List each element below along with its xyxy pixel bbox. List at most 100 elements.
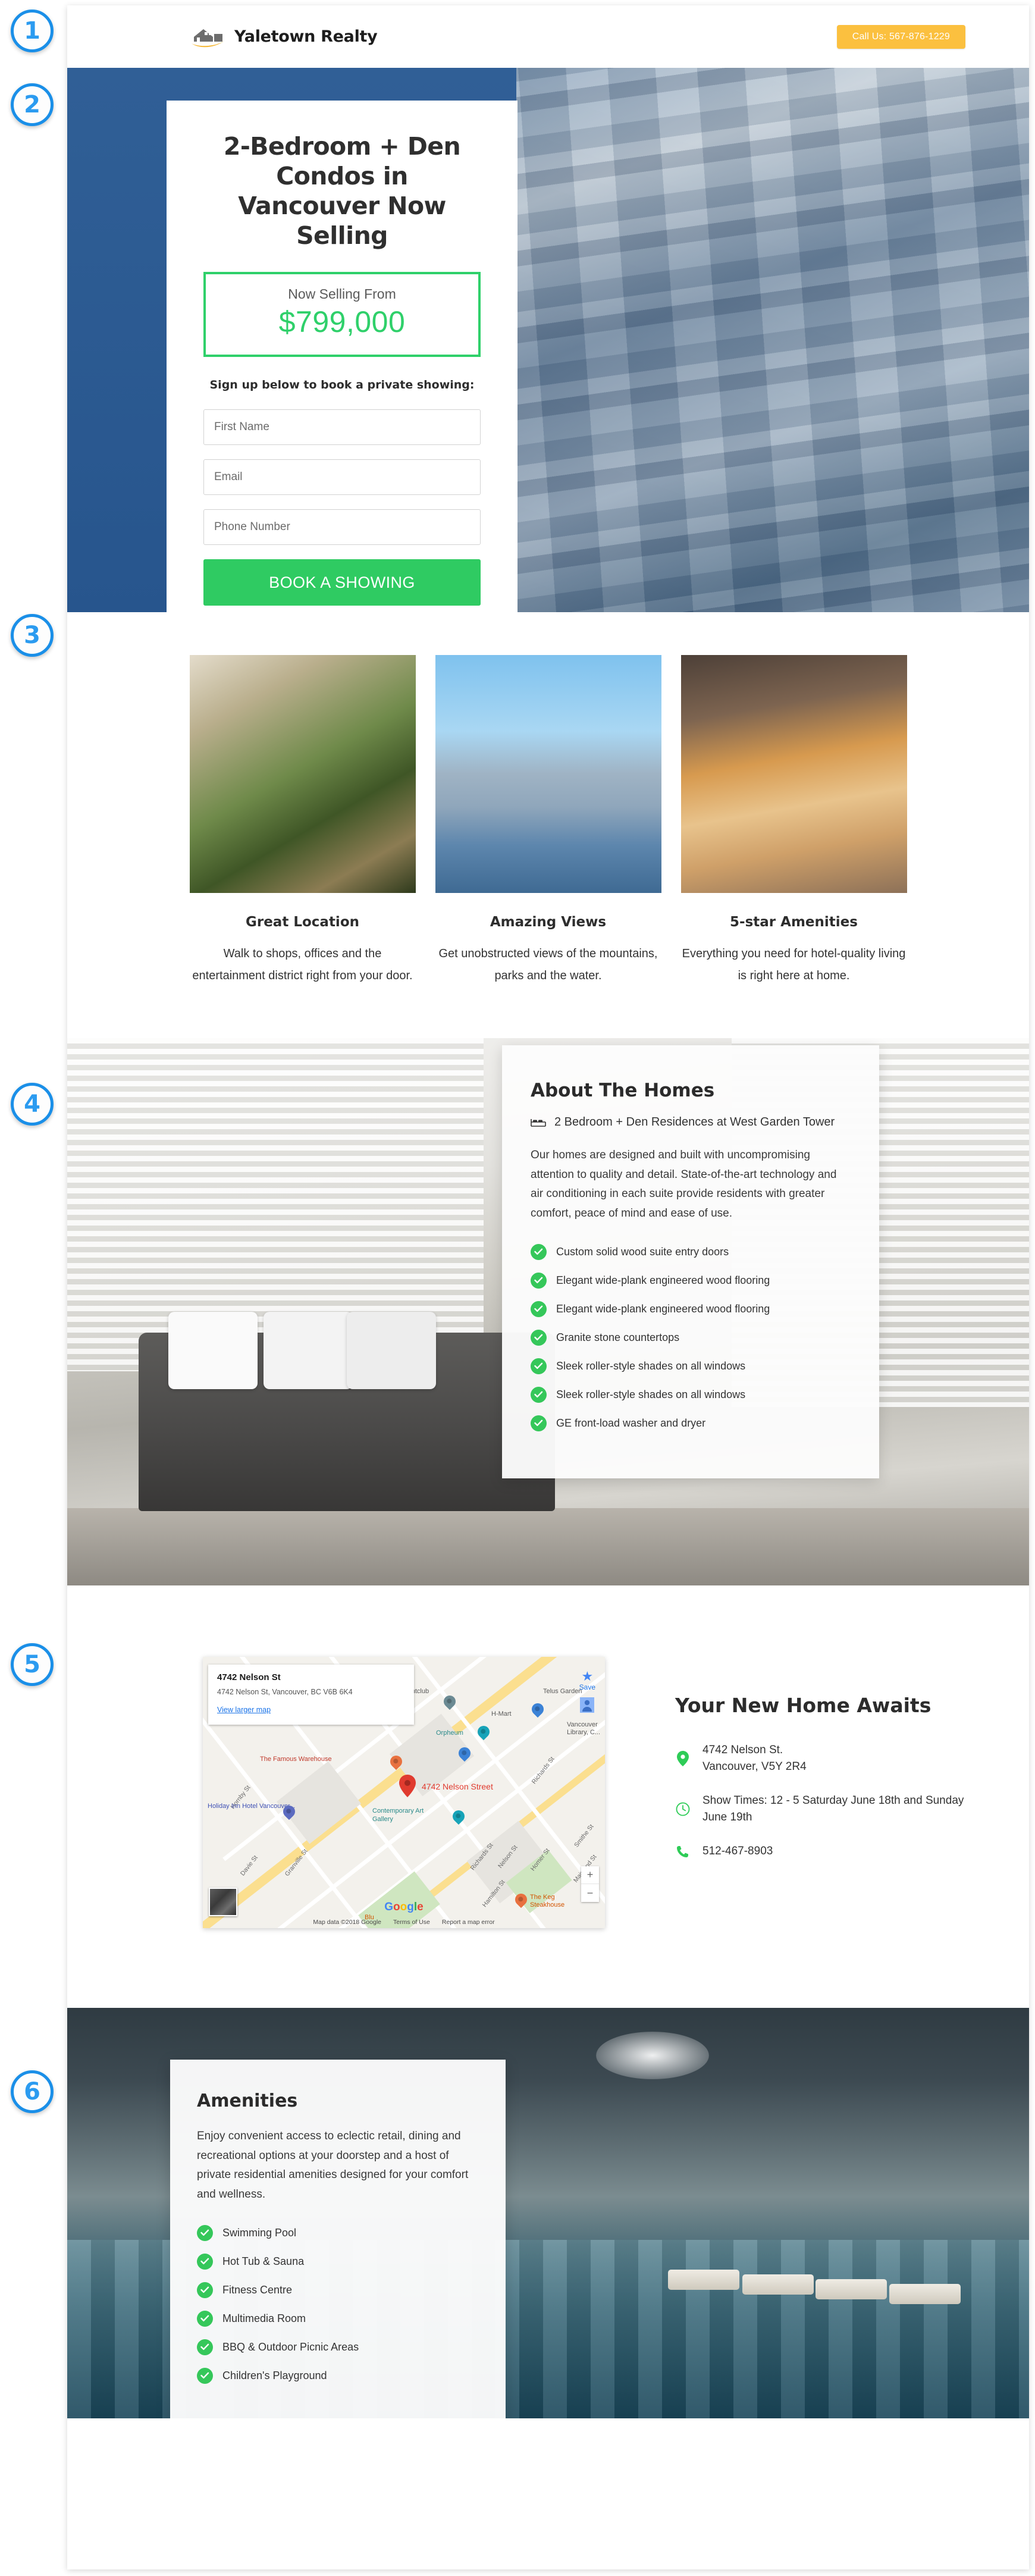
showing-signup-form: BOOK A SHOWING: [203, 409, 481, 606]
site-header: Yaletown Realty Call Us: 567-876-1229: [67, 5, 1029, 68]
contact-show-times: Show Times: 12 - 5 Saturday June 18th an…: [702, 1794, 964, 1823]
list-item: GE front-load washer and dryer: [531, 1415, 851, 1431]
amenities-section: Amenities Enjoy convenient access to ecl…: [67, 2008, 1029, 2418]
list-item-label: Sleek roller-style shades on all windows: [556, 1388, 746, 1400]
map-pin-icon: [675, 1750, 691, 1766]
feature-card: Amazing Views Get unobstructed views of …: [435, 655, 661, 987]
cushion-shape: [347, 1312, 436, 1389]
hero-signup-card: 2-Bedroom + Den Condos in Vancouver Now …: [167, 101, 518, 612]
section-badge-2: 2: [11, 83, 54, 126]
map-poi-label: Vancouver Library, C...: [567, 1721, 601, 1737]
google-logo: Google: [384, 1901, 424, 1913]
cushion-shape: [264, 1312, 353, 1389]
contact-address-row: 4742 Nelson St. Vancouver, V5Y 2R4: [675, 1742, 984, 1775]
section-badge-3: 3: [11, 614, 54, 657]
signup-prompt: Sign up below to book a private showing:: [209, 378, 475, 392]
list-item: Multimedia Room: [197, 2310, 479, 2327]
list-item: Sleek roller-style shades on all windows: [531, 1358, 851, 1374]
list-item: Fitness Centre: [197, 2282, 479, 2298]
lounger-shape: [816, 2279, 887, 2299]
destination-marker: [399, 1775, 416, 1800]
lounger-shape: [889, 2284, 961, 2304]
list-item-label: Custom solid wood suite entry doors: [556, 1245, 729, 1258]
about-homes-card: About The Homes 2 Bedroom + Den Residenc…: [502, 1045, 879, 1478]
hero-headline: 2-Bedroom + Den Condos in Vancouver Now …: [223, 132, 461, 250]
map-save-label: Save: [579, 1683, 595, 1691]
check-circle-icon: [197, 2282, 213, 2298]
feature-description: Walk to shops, offices and the entertain…: [192, 947, 413, 982]
map-zoom-out-button[interactable]: −: [581, 1884, 599, 1902]
amenities-paragraph: Enjoy convenient access to eclectic reta…: [197, 2130, 469, 2201]
list-item: Elegant wide-plank engineered wood floor…: [531, 1300, 851, 1317]
phone-input[interactable]: [203, 509, 481, 546]
destination-marker-label: 4742 Nelson Street: [422, 1782, 493, 1791]
check-circle-icon: [531, 1272, 547, 1289]
first-name-input[interactable]: [203, 409, 481, 446]
price-value: $799,000: [278, 305, 406, 339]
about-feature-list: Custom solid wood suite entry doors Eleg…: [531, 1243, 851, 1431]
map-poi-label: Holiday Inn Hotel Vancouver...: [208, 1803, 296, 1810]
check-circle-icon: [531, 1386, 547, 1403]
section-badge-6: 6: [11, 2070, 54, 2113]
brand-logo[interactable]: Yaletown Realty: [190, 25, 378, 49]
brand-name: Yaletown Realty: [234, 27, 378, 46]
cushion-shape: [168, 1312, 258, 1389]
map-poi-label: H-Mart: [491, 1710, 512, 1718]
check-circle-icon: [197, 2367, 213, 2384]
list-item: Children's Playground: [197, 2367, 479, 2384]
contact-address: 4742 Nelson St. Vancouver, V5Y 2R4: [702, 1744, 807, 1773]
amenities-card: Amenities Enjoy convenient access to ecl…: [170, 2060, 506, 2418]
google-map[interactable]: Hornby St Granville St Davie St Richards…: [203, 1657, 605, 1928]
contact-phone-row: 512-467-8903: [675, 1843, 984, 1860]
map-satellite-thumbnail[interactable]: [209, 1888, 237, 1916]
feature-image-amenities: [680, 655, 907, 893]
section-badge-1: 1: [11, 10, 54, 52]
map-poi-label: Orpheum: [436, 1729, 463, 1737]
about-subtitle-row: 2 Bedroom + Den Residences at West Garde…: [531, 1115, 851, 1129]
list-item: Custom solid wood suite entry doors: [531, 1243, 851, 1260]
map-terms-link[interactable]: Terms of Use: [393, 1919, 430, 1926]
location-section: Hornby St Granville St Davie St Richards…: [67, 1585, 1029, 2008]
section-badge-4: 4: [11, 1083, 54, 1126]
list-item: Swimming Pool: [197, 2224, 479, 2241]
star-icon: ★: [581, 1669, 594, 1684]
map-poi-label: The Famous Warehouse: [260, 1756, 332, 1763]
map-zoom-in-button[interactable]: +: [581, 1866, 599, 1884]
check-circle-icon: [197, 2253, 213, 2270]
list-item-label: Elegant wide-plank engineered wood floor…: [556, 1274, 770, 1286]
list-item: BBQ & Outdoor Picnic Areas: [197, 2339, 479, 2355]
feature-description: Get unobstructed views of the mountains,…: [438, 947, 658, 982]
map-report-link[interactable]: Report a map error: [442, 1919, 495, 1926]
email-input[interactable]: [203, 459, 481, 496]
price-label: Now Selling From: [288, 286, 396, 302]
check-circle-icon: [197, 2310, 213, 2327]
map-data-credit: Map data ©2018 Google: [313, 1919, 381, 1926]
feature-description: Everything you need for hotel-quality li…: [682, 947, 906, 982]
phone-icon: [675, 1845, 691, 1858]
list-item-label: Children's Playground: [222, 2369, 327, 2381]
contact-phone[interactable]: 512-467-8903: [702, 1843, 773, 1860]
call-us-button[interactable]: Call Us: 567-876-1229: [836, 24, 965, 49]
check-circle-icon: [531, 1358, 547, 1374]
feature-title: Great Location: [245, 914, 359, 930]
feature-title: Amazing Views: [490, 914, 607, 930]
amenities-title: Amenities: [197, 2091, 298, 2111]
list-item: Granite stone countertops: [531, 1329, 851, 1346]
clock-icon: [675, 1802, 691, 1816]
list-item-label: Sleek roller-style shades on all windows: [556, 1359, 746, 1372]
contact-hours-row: Show Times: 12 - 5 Saturday June 18th an…: [675, 1792, 984, 1825]
about-paragraph: Our homes are designed and built with un…: [531, 1149, 837, 1220]
list-item: Hot Tub & Sauna: [197, 2253, 479, 2270]
check-circle-icon: [197, 2339, 213, 2355]
book-showing-button[interactable]: BOOK A SHOWING: [203, 559, 481, 606]
map-person-icon: [580, 1697, 594, 1713]
map-zoom-controls[interactable]: + −: [581, 1866, 599, 1902]
view-larger-map-link[interactable]: View larger map: [217, 1706, 271, 1714]
feature-image-great-location: [189, 655, 416, 893]
map-info-address: 4742 Nelson St, Vancouver, BC V6B 6K4: [217, 1688, 353, 1696]
list-item-label: GE front-load washer and dryer: [556, 1417, 706, 1429]
list-item-label: Elegant wide-plank engineered wood floor…: [556, 1302, 770, 1315]
feature-title: 5-star Amenities: [730, 914, 858, 930]
map-save-button[interactable]: ★ Save: [579, 1669, 595, 1692]
landing-page: Yaletown Realty Call Us: 567-876-1229 2-…: [67, 5, 1029, 2569]
